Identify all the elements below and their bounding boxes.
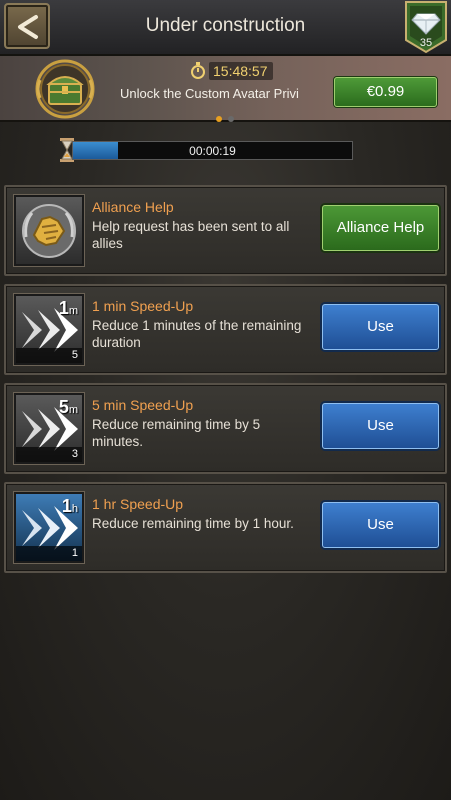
gem-count: 35 [419, 37, 433, 49]
promo-text: Unlock the Custom Avatar Privi [120, 86, 299, 101]
card-title: Alliance Help [92, 199, 174, 215]
speedup-item: 5m 3 [14, 393, 84, 464]
duration-number: 5 [58, 397, 69, 417]
duration-unit: h [71, 503, 78, 515]
progress-time: 00:00:19 [189, 144, 236, 158]
promo-banner[interactable]: 15:48:57 Unlock the Custom Avatar Privi … [0, 56, 451, 122]
speedup-1hr-card: 1h 1 1 hr Speed-Up Reduce remaining time… [4, 482, 447, 573]
alliance-help-item [14, 195, 84, 266]
handshake-icon [22, 204, 76, 258]
page-title: Under construction [145, 15, 306, 36]
card-title: 1 min Speed-Up [92, 298, 194, 314]
card-description: Reduce remaining time by 1 hour. [92, 516, 294, 531]
construction-progress-bar: 00:00:19 [72, 141, 353, 160]
card-description: Help request has been sent to all allies [92, 219, 290, 251]
use-button[interactable]: Use [322, 403, 439, 449]
card-title: 5 min Speed-Up [92, 397, 194, 413]
speedup-1min-card: 1m 5 1 min Speed-Up Reduce 1 minutes of … [4, 284, 447, 375]
speedup-duration-tag: 1h [62, 496, 78, 517]
speedup-5min-card: 5m 3 5 min Speed-Up Reduce remaining tim… [4, 383, 447, 474]
promo-timer: 15:48:57 [190, 61, 298, 81]
duration-number: 1 [58, 298, 69, 318]
use-button[interactable]: Use [322, 502, 439, 548]
speedup-item: 1h 1 [14, 492, 84, 563]
duration-number: 1 [61, 496, 72, 516]
carousel-dot-active[interactable] [216, 116, 222, 122]
card-description: Reduce remaining time by 5 minutes. [92, 417, 261, 449]
header-bar: Under construction 35 [0, 0, 451, 56]
item-quantity: 5 [16, 348, 82, 363]
duration-unit: m [68, 404, 78, 416]
speedup-item: 1m 5 [14, 294, 84, 365]
promo-timer-text: 15:48:57 [209, 62, 273, 80]
carousel-dots [216, 116, 234, 122]
item-quantity: 3 [16, 447, 82, 462]
treasure-chest-icon [35, 59, 95, 119]
gem-balance-button[interactable]: 35 [403, 0, 449, 54]
buy-price-button[interactable]: €0.99 [334, 77, 437, 107]
stopwatch-icon [191, 62, 205, 79]
duration-unit: m [68, 305, 78, 317]
card-title: 1 hr Speed-Up [92, 496, 184, 512]
use-button[interactable]: Use [322, 304, 439, 350]
alliance-help-card: Alliance Help Help request has been sent… [4, 185, 447, 276]
speedup-duration-tag: 5m [59, 397, 78, 418]
alliance-help-button[interactable]: Alliance Help [322, 205, 439, 251]
item-quantity: 1 [16, 546, 82, 561]
card-description: Reduce 1 minutes of the remaining durati… [92, 318, 302, 350]
carousel-dot[interactable] [228, 116, 234, 122]
speedup-duration-tag: 1m [59, 298, 78, 319]
